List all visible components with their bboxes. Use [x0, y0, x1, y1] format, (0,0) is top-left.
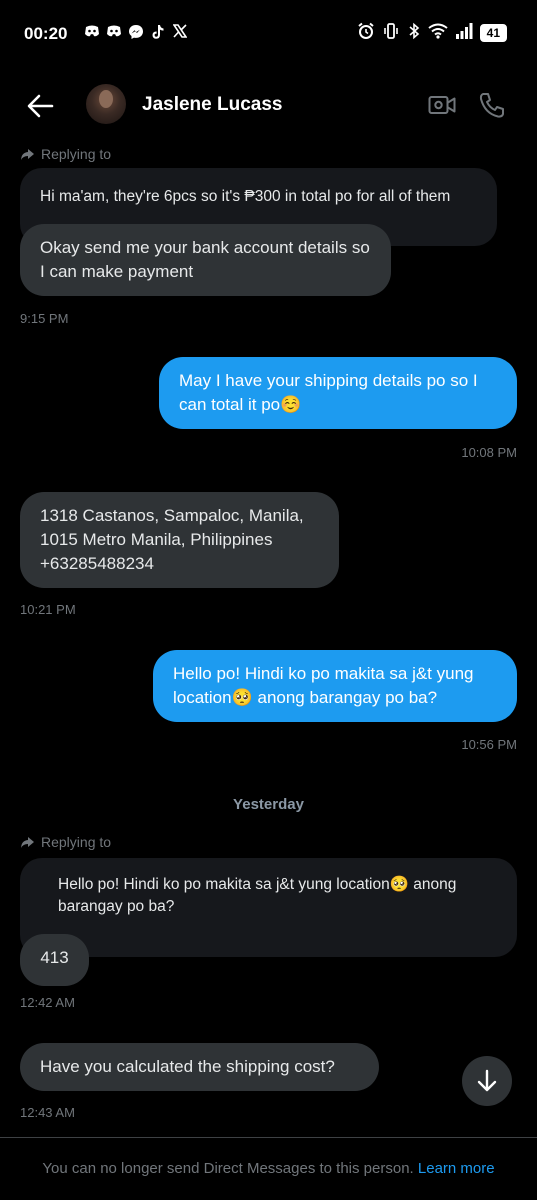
voice-call-button[interactable] [478, 91, 506, 119]
back-button[interactable] [26, 92, 56, 120]
quoted-message[interactable]: Hello po! Hindi ko po makita sa j&t yung… [20, 858, 517, 957]
status-time: 00:20 [24, 24, 68, 43]
video-camera-icon [428, 96, 456, 114]
message-text: Have you calculated the shipping cost? [40, 1057, 335, 1076]
message-text: 413 [40, 948, 69, 967]
x-icon [172, 24, 188, 43]
discord-icon [106, 24, 122, 43]
notification-icons [84, 24, 188, 43]
message-timestamp: 10:08 PM [461, 445, 517, 460]
incoming-message[interactable]: Okay send me your bank account details s… [20, 224, 391, 296]
message-timestamp: 10:21 PM [20, 602, 76, 617]
avatar[interactable] [86, 84, 126, 124]
incoming-message[interactable]: 1318 Castanos, Sampaloc, Manila, 1015 Me… [20, 492, 339, 588]
battery-icon: 41 [479, 23, 507, 42]
replying-to-text: Replying to [41, 146, 112, 162]
replying-to-label: Replying to [20, 146, 111, 162]
dm-restricted-notice: You can no longer send Direct Messages t… [0, 1160, 537, 1177]
reply-arrow-icon [21, 836, 34, 848]
message-timestamp: 10:56 PM [461, 737, 517, 752]
replying-to-text: Replying to [41, 834, 112, 850]
wifi-icon [428, 23, 448, 42]
learn-more-link[interactable]: Learn more [418, 1160, 495, 1177]
incoming-message[interactable]: Have you calculated the shipping cost? [20, 1043, 379, 1091]
contact-name[interactable]: Jaslene Lucass [142, 94, 282, 116]
outgoing-message[interactable]: Hello po! Hindi ko po makita sa j&t yung… [153, 650, 517, 722]
arrow-left-icon [27, 94, 54, 118]
alarm-icon [357, 22, 375, 43]
message-text: Hello po! Hindi ko po makita sa j&t yung… [173, 664, 474, 707]
message-timestamp: 12:43 AM [20, 1105, 75, 1120]
conversation-header: Jaslene Lucass [0, 78, 537, 134]
quoted-message-text: Hi ma'am, they're 6pcs so it's ₱300 in t… [40, 188, 451, 205]
message-text: 1318 Castanos, Sampaloc, Manila, 1015 Me… [40, 506, 304, 573]
message-timestamp: 9:15 PM [20, 311, 69, 326]
outgoing-message[interactable]: May I have your shipping details po so I… [159, 357, 517, 429]
quoted-message-text: Hello po! Hindi ko po makita sa j&t yung… [58, 876, 457, 915]
replying-to-label: Replying to [20, 834, 111, 850]
signal-icon [455, 23, 473, 42]
incoming-message[interactable]: 413 [20, 934, 89, 986]
system-icons: 41 [357, 22, 507, 43]
vibrate-icon [382, 22, 400, 43]
message-text: Okay send me your bank account details s… [40, 238, 370, 281]
footer-divider [0, 1137, 537, 1138]
tiktok-icon [150, 24, 166, 43]
day-separator: Yesterday [233, 796, 304, 813]
notice-text: You can no longer send Direct Messages t… [42, 1160, 414, 1177]
message-text: May I have your shipping details po so I… [179, 371, 478, 414]
arrow-down-icon [477, 1069, 497, 1092]
reply-arrow-icon [21, 148, 34, 160]
message-timestamp: 12:42 AM [20, 995, 75, 1010]
scroll-to-bottom-button[interactable] [462, 1056, 512, 1106]
discord-icon [84, 24, 100, 43]
status-bar: 00:20 41 [0, 0, 537, 70]
phone-icon [479, 93, 504, 118]
bluetooth-icon [407, 22, 421, 43]
messenger-icon [128, 24, 144, 43]
video-call-button[interactable] [428, 94, 456, 116]
